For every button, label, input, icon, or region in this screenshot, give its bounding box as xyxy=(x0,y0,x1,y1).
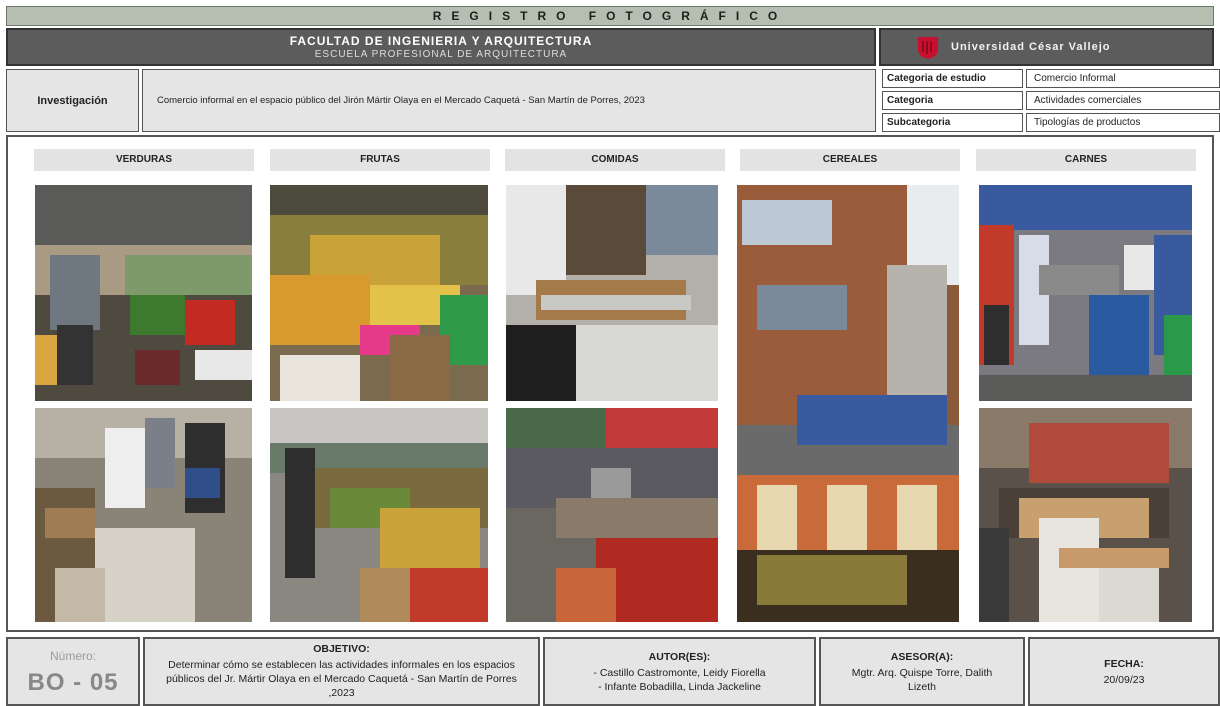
objective-box: OBJETIVO: Determinar cómo se establecen … xyxy=(143,637,540,706)
column-header-verduras: VERDURAS xyxy=(34,149,254,171)
advisor-box: ASESOR(A): Mgtr. Arq. Quispe Torre, Dali… xyxy=(819,637,1025,706)
column-header-comidas: COMIDAS xyxy=(505,149,725,171)
faculty-name: FACULTAD DE INGENIERIA Y ARQUITECTURA xyxy=(289,34,593,48)
research-label: Investigación xyxy=(6,69,139,132)
objective-title: OBJETIVO: xyxy=(313,643,370,655)
category-study-key: Categoria de estudio xyxy=(882,69,1023,88)
photo-verduras-2 xyxy=(35,408,252,622)
photo-comidas-2 xyxy=(506,408,718,622)
university-header: Universidad César Vallejo xyxy=(879,28,1214,66)
photo-comidas-1 xyxy=(506,185,718,401)
column-header-cereales: CEREALES xyxy=(740,149,960,171)
date-title: FECHA: xyxy=(1104,658,1144,670)
date-box: FECHA: 20/09/23 xyxy=(1028,637,1220,706)
authors-title: AUTOR(ES): xyxy=(648,651,711,663)
research-title: Comercio informal en el espacio público … xyxy=(142,69,876,132)
author-2: - Infante Bobadilla, Linda Jackeline xyxy=(598,681,761,693)
photo-frutas-1 xyxy=(270,185,488,401)
photo-carnes-1 xyxy=(979,185,1192,401)
school-name: ESCUELA PROFESIONAL DE ARQUITECTURA xyxy=(314,49,568,60)
document-title: REGISTRO FOTOGRÁFICO xyxy=(6,6,1214,26)
column-header-carnes: CARNES xyxy=(976,149,1196,171)
column-header-frutas: FRUTAS xyxy=(270,149,490,171)
category-study-value: Comercio Informal xyxy=(1026,69,1220,88)
category-key: Categoria xyxy=(882,91,1023,110)
authors-box: AUTOR(ES): - Castillo Castromonte, Leidy… xyxy=(543,637,816,706)
advisor-name: Mgtr. Arq. Quispe Torre, Dalith Lizeth xyxy=(851,667,993,693)
subcategory-key: Subcategoria xyxy=(882,113,1023,132)
university-logo-icon xyxy=(918,37,938,59)
category-value: Actividades comerciales xyxy=(1026,91,1220,110)
photo-verduras-1 xyxy=(35,185,252,401)
photo-frutas-2 xyxy=(270,408,488,622)
author-1: - Castillo Castromonte, Leidy Fiorella xyxy=(593,667,766,679)
university-name: Universidad César Vallejo xyxy=(951,41,1111,53)
number-label: Número: xyxy=(49,649,96,663)
subcategory-value: Tipologías de productos xyxy=(1026,113,1220,132)
objective-text: Determinar cómo se establecen las activi… xyxy=(166,659,517,699)
faculty-header: FACULTAD DE INGENIERIA Y ARQUITECTURA ES… xyxy=(6,28,876,66)
number-value: BO - 05 xyxy=(27,669,119,696)
photo-cereales xyxy=(737,185,959,622)
advisor-title: ASESOR(A): xyxy=(890,651,954,663)
photo-carnes-2 xyxy=(979,408,1192,622)
number-box: Número: BO - 05 xyxy=(6,637,140,706)
date-value: 20/09/23 xyxy=(1103,674,1145,686)
